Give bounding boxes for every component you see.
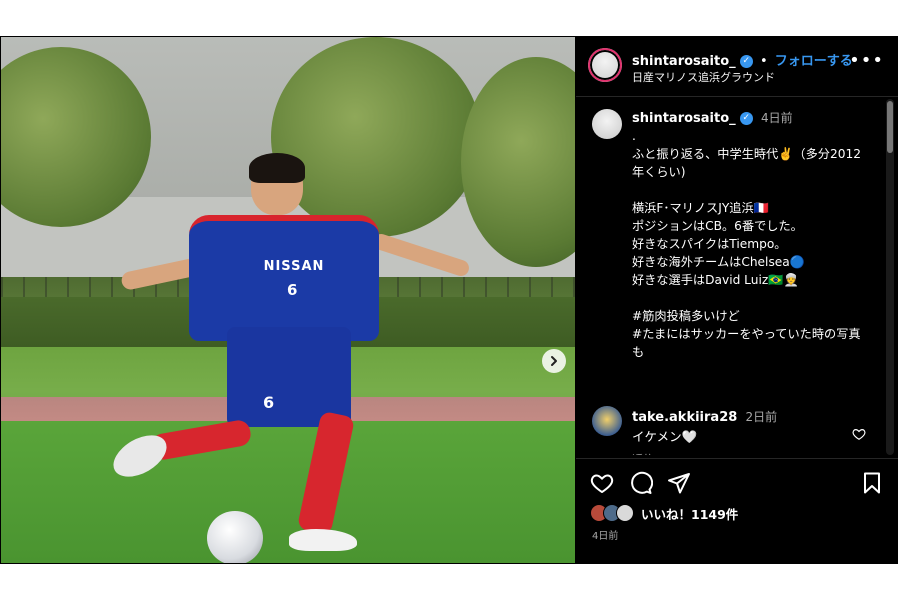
player-jersey	[189, 215, 379, 341]
next-photo-button[interactable]	[542, 349, 566, 373]
jersey-sponsor-text: NISSAN	[263, 259, 325, 274]
player-hair	[249, 153, 305, 183]
comment-header: take.akkiira28 2日前	[632, 408, 777, 425]
more-options-icon[interactable]: •••	[849, 50, 884, 71]
scrollbar-thumb[interactable]	[887, 101, 893, 153]
comment-icon[interactable]	[629, 471, 653, 495]
chevron-right-icon	[551, 356, 557, 366]
author-avatar[interactable]	[588, 48, 622, 82]
caption-author-avatar[interactable]	[592, 109, 622, 139]
player-arm	[370, 231, 472, 279]
author-username[interactable]: shintarosaito_	[632, 54, 736, 69]
header-separator: •	[759, 54, 768, 69]
comment-time: 2日前	[745, 410, 778, 424]
post-date[interactable]: 4日前	[592, 527, 618, 542]
comments-scrollbar[interactable]	[886, 99, 894, 455]
comment-text: イケメン🤍	[632, 429, 698, 444]
player-leg	[296, 410, 356, 536]
heart-icon[interactable]	[590, 471, 614, 495]
caption-text: . ふと振り返る、中学生時代✌️（多分2012年くらい) 横浜F･マリノスJY追…	[632, 129, 862, 359]
post-actions-bar: いいね！1149件 4日前	[576, 458, 898, 565]
likes-summary[interactable]: いいね！1149件	[590, 503, 738, 523]
shorts-number: 6	[263, 393, 275, 412]
follow-button[interactable]: フォローする	[775, 54, 853, 69]
post-photo[interactable]: NISSAN 6 6	[1, 37, 575, 563]
player-leg	[149, 418, 253, 462]
verified-badge-icon: ✓	[739, 55, 753, 68]
post-side-panel: shintarosaito_ ✓ • フォローする 日産マリノス追浜グラウンド …	[576, 36, 898, 564]
post-header-title: shintarosaito_ ✓ • フォローする	[632, 50, 853, 69]
photo-soccer-player: NISSAN 6 6	[106, 153, 491, 557]
caption-username[interactable]: shintarosaito_	[632, 111, 736, 126]
comments-scroll-area[interactable]: shintarosaito_ ✓ 4日前 . ふと振り返る、中学生時代✌️（多分…	[576, 97, 888, 455]
instagram-post-modal: NISSAN 6 6 shintarosaito_ ✓ • フォローする 日産マ…	[0, 36, 898, 564]
liker-avatar	[616, 504, 634, 522]
caption-header: shintarosaito_ ✓ 4日前	[632, 109, 793, 126]
caption-time: 4日前	[760, 111, 793, 125]
jersey-number: 6	[287, 281, 298, 299]
soccer-ball	[207, 511, 263, 563]
post-location[interactable]: 日産マリノス追浜グラウンド	[632, 69, 775, 85]
reply-button[interactable]: 返信	[632, 451, 654, 455]
paper-plane-icon[interactable]	[667, 471, 691, 495]
likes-count[interactable]: いいね！1149件	[641, 504, 738, 523]
comment-username[interactable]: take.akkiira28	[632, 410, 737, 425]
comment-like-heart-icon[interactable]	[852, 427, 866, 441]
post-header: shintarosaito_ ✓ • フォローする 日産マリノス追浜グラウンド …	[576, 36, 898, 97]
player-boot	[289, 529, 357, 551]
verified-badge-icon: ✓	[739, 112, 753, 125]
player-shorts	[227, 327, 351, 427]
commenter-avatar[interactable]	[592, 406, 622, 436]
bookmark-icon[interactable]	[860, 471, 884, 495]
